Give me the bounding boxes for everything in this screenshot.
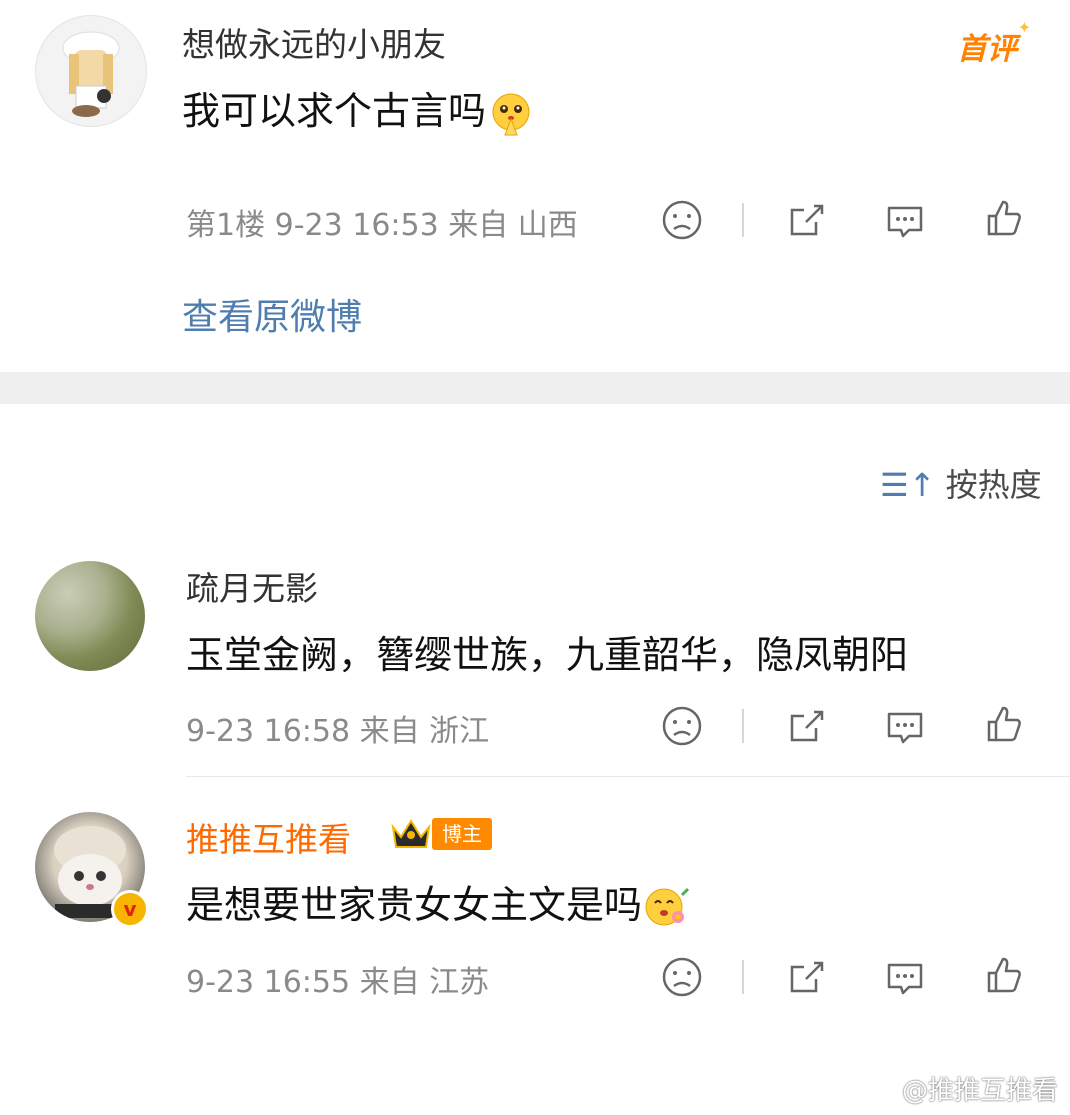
sad-face-icon[interactable] xyxy=(660,955,704,999)
view-original-weibo-link[interactable]: 查看原微博 xyxy=(182,288,362,340)
username-blogger[interactable]: 推推互推看 xyxy=(186,813,351,861)
like-icon[interactable] xyxy=(981,196,1025,240)
flower-emoji-icon xyxy=(645,887,690,925)
comment-icon[interactable] xyxy=(883,704,927,748)
share-icon[interactable] xyxy=(784,704,828,748)
first-comment-badge: 首评 ✦ xyxy=(957,18,1031,67)
sad-face-icon[interactable] xyxy=(660,198,704,242)
comment-icon[interactable] xyxy=(883,955,927,999)
comment-text: 玉堂金阙，簪缨世族，九重韶华，隐凤朝阳 xyxy=(186,633,909,677)
comment-meta: 9-23 16:58 来自 浙江 xyxy=(186,714,490,749)
row-divider xyxy=(186,776,1070,777)
comment-meta: 第1楼 9-23 16:53 来自 山西 xyxy=(186,208,578,243)
comment-meta: 9-23 16:55 来自 江苏 xyxy=(186,965,490,1000)
like-icon[interactable] xyxy=(981,953,1025,997)
username[interactable]: 想做永远的小朋友 xyxy=(182,18,446,66)
avatar-user-1[interactable] xyxy=(35,15,147,127)
verified-badge-icon: v xyxy=(111,890,149,928)
section-divider xyxy=(0,372,1070,404)
watermark: @推推互推看 xyxy=(901,1076,1058,1106)
separator xyxy=(742,960,744,994)
like-icon[interactable] xyxy=(981,702,1025,746)
username[interactable]: 疏月无影 xyxy=(186,562,318,610)
pray-emoji-icon xyxy=(492,93,530,135)
sad-face-icon[interactable] xyxy=(660,704,704,748)
comment-text: 我可以求个古言吗 xyxy=(182,80,534,137)
separator xyxy=(742,709,744,743)
sort-icon: ☰↑ xyxy=(880,466,936,504)
share-icon[interactable] xyxy=(784,955,828,999)
crown-icon xyxy=(391,819,431,848)
comment-text: 是想要世家贵女女主文是吗 xyxy=(186,874,690,931)
separator xyxy=(742,203,744,237)
blogger-tag: 博主 xyxy=(432,818,492,850)
comment-icon[interactable] xyxy=(883,198,927,242)
sort-by-hot-button[interactable]: ☰↑ 按热度 xyxy=(880,460,1042,506)
share-icon[interactable] xyxy=(784,198,828,242)
avatar-user-2[interactable] xyxy=(35,561,145,671)
